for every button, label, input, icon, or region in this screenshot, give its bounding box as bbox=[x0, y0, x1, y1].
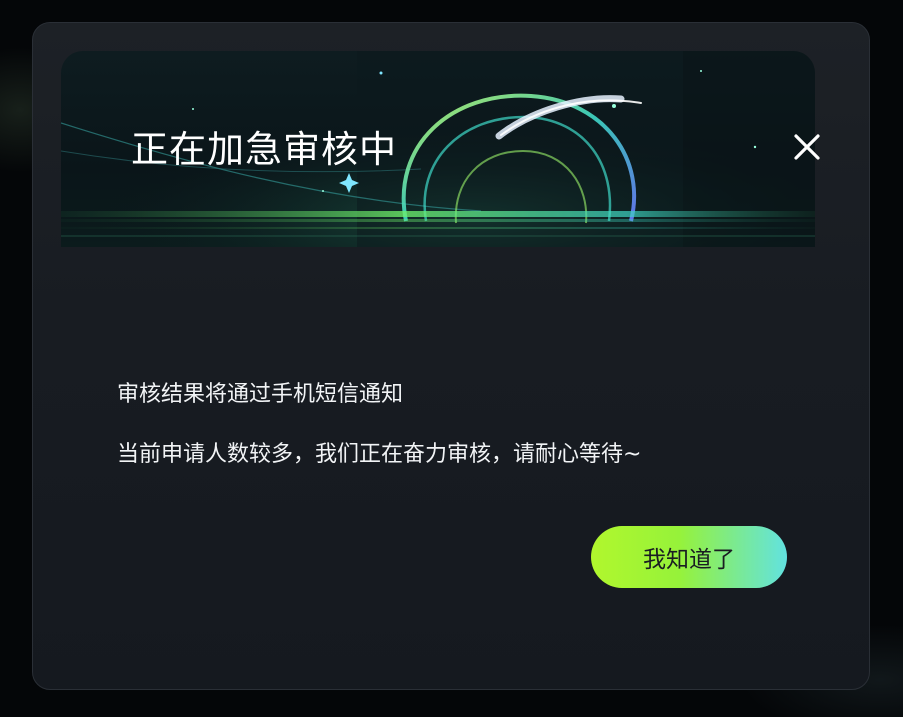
dialog-title: 正在加急审核中 bbox=[131, 128, 397, 171]
sms-notice-text: 审核结果将通过手机短信通知 bbox=[117, 382, 404, 407]
close-icon bbox=[794, 134, 820, 160]
confirm-button[interactable]: 我知道了 bbox=[591, 526, 787, 588]
header-banner: 正在加急审核中 bbox=[61, 51, 815, 247]
review-status-dialog: 正在加急审核中 审核结果将通过手机短信通知 当前申请人数较多，我们正在奋力审核，… bbox=[32, 22, 870, 690]
wait-notice-text: 当前申请人数较多，我们正在奋力审核，请耐心等待~ bbox=[117, 442, 642, 467]
close-button[interactable] bbox=[783, 123, 831, 171]
